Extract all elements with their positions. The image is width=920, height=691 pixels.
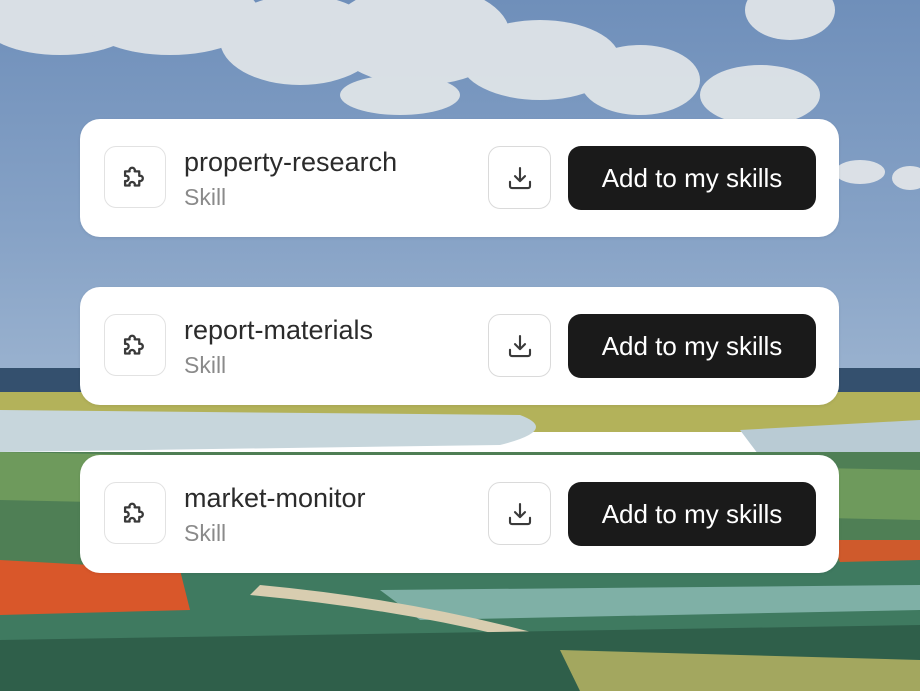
download-icon bbox=[508, 166, 531, 189]
download-icon bbox=[508, 334, 531, 357]
puzzle-icon bbox=[104, 146, 166, 208]
add-to-my-skills-button[interactable]: Add to my skills bbox=[568, 314, 816, 378]
download-button[interactable] bbox=[488, 146, 551, 209]
download-button[interactable] bbox=[488, 314, 551, 377]
skill-type-label: Skill bbox=[184, 184, 227, 210]
puzzle-icon bbox=[104, 482, 166, 544]
download-button[interactable] bbox=[488, 482, 551, 545]
skill-type-label: Skill bbox=[184, 520, 227, 546]
skill-card: market-monitor Skill Add to my skills bbox=[80, 455, 839, 573]
skill-name: property-research bbox=[184, 147, 398, 177]
skill-card: report-materials Skill Add to my skills bbox=[80, 287, 839, 405]
add-to-my-skills-button[interactable]: Add to my skills bbox=[568, 482, 816, 546]
add-to-my-skills-button[interactable]: Add to my skills bbox=[568, 146, 816, 210]
skill-name: report-materials bbox=[184, 315, 374, 345]
skill-name: market-monitor bbox=[184, 483, 366, 513]
skill-card: property-research Skill Add to my skills bbox=[80, 119, 839, 237]
download-icon bbox=[508, 502, 531, 525]
skill-type-label: Skill bbox=[184, 352, 227, 378]
puzzle-icon bbox=[104, 314, 166, 376]
